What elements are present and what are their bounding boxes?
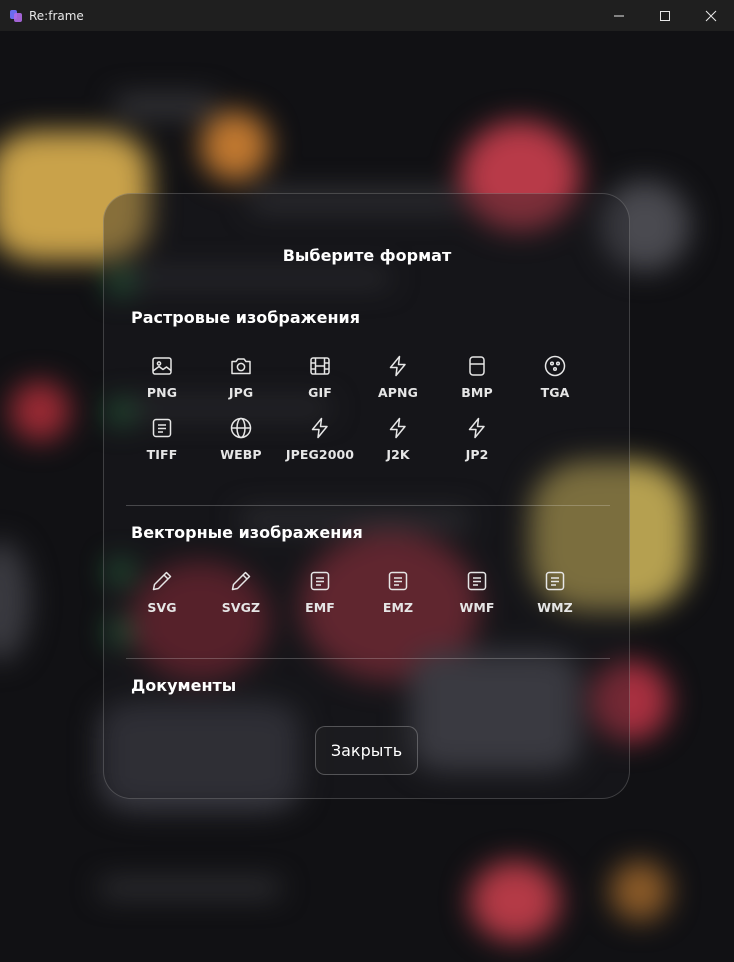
palette-icon bbox=[544, 355, 566, 377]
format-jpeg2000[interactable]: JPEG2000 bbox=[280, 416, 360, 472]
format-label: PNG bbox=[146, 385, 178, 400]
format-label: GIF bbox=[308, 385, 332, 400]
maximize-button[interactable] bbox=[642, 0, 688, 31]
format-wmz[interactable]: WMZ bbox=[515, 569, 595, 625]
format-label: WMF bbox=[459, 600, 495, 615]
minimize-button[interactable] bbox=[596, 0, 642, 31]
lightning-icon bbox=[389, 355, 406, 377]
format-jp2[interactable]: JP2 bbox=[437, 416, 517, 472]
document-icon bbox=[467, 571, 487, 591]
format-apng[interactable]: APNG bbox=[358, 354, 438, 410]
format-emz[interactable]: EMZ bbox=[358, 569, 438, 625]
pen-icon bbox=[231, 571, 251, 591]
close-window-button[interactable] bbox=[688, 0, 734, 31]
title-bar: Re:frame bbox=[0, 0, 734, 31]
format-label: WEBP bbox=[220, 447, 262, 462]
format-label: SVG bbox=[147, 600, 177, 615]
minimize-icon bbox=[614, 15, 624, 16]
document-icon bbox=[152, 418, 172, 438]
window-controls bbox=[596, 0, 734, 31]
format-label: APNG bbox=[378, 385, 418, 400]
format-svg[interactable]: SVG bbox=[122, 569, 202, 625]
format-label: TIFF bbox=[146, 447, 178, 462]
film-icon bbox=[310, 357, 330, 375]
document-icon bbox=[388, 571, 408, 591]
format-png[interactable]: PNG bbox=[122, 354, 202, 410]
lightning-icon bbox=[311, 417, 328, 439]
format-label: EMZ bbox=[382, 600, 414, 615]
app-logo-icon bbox=[10, 9, 22, 22]
close-dialog-button[interactable]: Закрыть bbox=[315, 726, 418, 775]
close-icon bbox=[705, 10, 717, 21]
format-label: TGA bbox=[540, 385, 570, 400]
camera-icon bbox=[231, 358, 251, 375]
format-gif[interactable]: GIF bbox=[280, 354, 360, 410]
window-title: Re:frame bbox=[29, 8, 84, 23]
format-dialog bbox=[103, 193, 630, 799]
documents-section-title: Документы bbox=[131, 676, 237, 695]
format-label: WMZ bbox=[537, 600, 573, 615]
image-icon bbox=[152, 357, 172, 375]
section-divider bbox=[126, 658, 610, 659]
format-webp[interactable]: WEBP bbox=[201, 416, 281, 472]
format-emf[interactable]: EMF bbox=[280, 569, 360, 625]
lightning-icon bbox=[389, 417, 406, 439]
format-label: JPEG2000 bbox=[285, 447, 355, 462]
format-tga[interactable]: TGA bbox=[515, 354, 595, 410]
format-label: SVGZ bbox=[221, 600, 261, 615]
lightning-icon bbox=[468, 417, 485, 439]
maximize-icon bbox=[660, 10, 670, 21]
section-divider bbox=[126, 505, 610, 506]
format-tiff[interactable]: TIFF bbox=[122, 416, 202, 472]
format-wmf[interactable]: WMF bbox=[437, 569, 517, 625]
format-label: JP2 bbox=[465, 447, 489, 462]
format-svgz[interactable]: SVGZ bbox=[201, 569, 281, 625]
globe-icon bbox=[230, 417, 252, 439]
format-bmp[interactable]: BMP bbox=[437, 354, 517, 410]
format-label: J2K bbox=[386, 447, 410, 462]
square-icon bbox=[469, 356, 485, 376]
document-icon bbox=[545, 571, 565, 591]
format-j2k[interactable]: J2K bbox=[358, 416, 438, 472]
vector-section-title: Векторные изображения bbox=[131, 523, 363, 542]
dialog-title: Выберите формат bbox=[282, 246, 452, 265]
raster-section-title: Растровые изображения bbox=[131, 308, 360, 327]
pen-icon bbox=[152, 571, 172, 591]
document-icon bbox=[310, 571, 330, 591]
format-label: JPG bbox=[228, 385, 254, 400]
format-label: BMP bbox=[461, 385, 493, 400]
format-jpg[interactable]: JPG bbox=[201, 354, 281, 410]
format-label: EMF bbox=[305, 600, 335, 615]
